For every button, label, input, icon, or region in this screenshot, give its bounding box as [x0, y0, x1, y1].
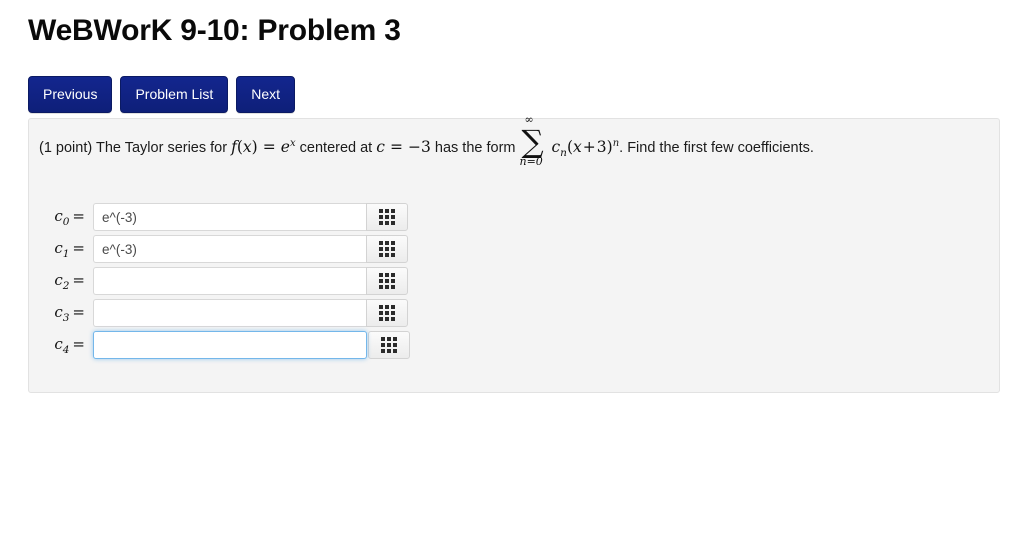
coefficient-subscript-n: n [560, 146, 567, 159]
math-keypad-button-c1[interactable] [366, 235, 408, 263]
answer-row-c2: c2 = [37, 265, 410, 297]
center-variable-c: c [376, 138, 385, 156]
answer-label-equals-c3: = [72, 302, 85, 321]
answer-row-c3: c3 = [37, 297, 410, 329]
coefficient-c: c [551, 138, 561, 156]
previous-button[interactable]: Previous [28, 76, 113, 113]
math-keypad-button-c3[interactable] [366, 299, 408, 327]
grid-keypad-icon [379, 241, 395, 257]
answer-row-c4: c4 = [37, 329, 410, 361]
navigation-button-bar: Previous Problem List Next [28, 76, 296, 113]
answer-row-c1: c1 = [37, 233, 410, 265]
answer-label-c3: c3 = [37, 303, 93, 324]
paren-close: ) [251, 138, 258, 156]
answer-input-group-c2 [93, 267, 408, 295]
answer-input-group-c1 [93, 235, 408, 263]
answer-label-base-c2: c [54, 270, 63, 289]
grid-keypad-icon [381, 337, 397, 353]
statement-text-2: centered at [299, 140, 373, 156]
term-plus-sign: + [582, 138, 596, 156]
statement-text-1: The Taylor series for [95, 140, 228, 156]
answer-input-group-c0 [93, 203, 408, 231]
equals-sign-1: = [262, 138, 276, 156]
summation-lower-limit: n=0 [519, 155, 543, 168]
answer-input-c2[interactable] [93, 267, 367, 295]
statement-text-3: has the form [434, 140, 516, 156]
grid-keypad-icon [379, 273, 395, 289]
answer-label-base-c1: c [54, 238, 63, 257]
points-label: (1 point) [39, 140, 93, 156]
grid-keypad-icon [379, 209, 395, 225]
answer-input-c3[interactable] [93, 299, 367, 327]
problem-statement: (1 point) The Taylor series for f(x) = e… [39, 114, 989, 167]
exponential-base-e: e [280, 138, 290, 156]
answer-input-c4[interactable] [93, 331, 367, 359]
answer-label-equals-c4: = [72, 334, 85, 353]
answer-label-c4: c4 = [37, 335, 93, 356]
page-title: WeBWorK 9-10: Problem 3 [28, 14, 401, 47]
answer-row-c0: c0 = [37, 201, 410, 233]
webwork-problem-page: WeBWorK 9-10: Problem 3 Previous Problem… [0, 0, 1024, 546]
sigma-icon: ∑ [521, 124, 544, 160]
exponent-x: x [289, 138, 296, 150]
problem-panel: (1 point) The Taylor series for f(x) = e… [28, 114, 1000, 393]
center-value: −3 [408, 138, 431, 156]
function-variable-x: x [242, 138, 252, 156]
summation-notation: ∞ ∑ n=0 [519, 114, 549, 167]
math-keypad-button-c0[interactable] [366, 203, 408, 231]
term-constant: 3 [596, 138, 607, 156]
answer-input-c0[interactable] [93, 203, 367, 231]
answer-input-group-c3 [93, 299, 408, 327]
answer-rows: c0= c1= c2= [37, 201, 410, 361]
answer-label-c2: c2 = [37, 271, 93, 292]
math-keypad-button-c4[interactable] [368, 331, 410, 359]
answer-input-c1[interactable] [93, 235, 367, 263]
answer-label-base-c3: c [54, 302, 63, 321]
answer-label-base-c4: c [54, 334, 63, 353]
answer-label-base-c0: c [54, 206, 63, 225]
problem-list-button[interactable]: Problem List [120, 76, 229, 113]
answer-label-c0: c0 = [37, 207, 93, 228]
term-variable-x: x [573, 138, 582, 156]
next-button[interactable]: Next [236, 76, 296, 113]
answer-label-c1: c1 = [37, 239, 93, 260]
answer-label-equals-c1: = [72, 238, 85, 257]
math-keypad-button-c2[interactable] [366, 267, 408, 295]
statement-text-4: . Find the first few coefficients. [619, 140, 814, 156]
equals-sign-2: = [389, 138, 403, 156]
answer-input-group-c4 [93, 331, 410, 359]
answer-label-equals-c2: = [72, 270, 85, 289]
answer-label-equals-c0: = [72, 206, 85, 225]
grid-keypad-icon [379, 305, 395, 321]
